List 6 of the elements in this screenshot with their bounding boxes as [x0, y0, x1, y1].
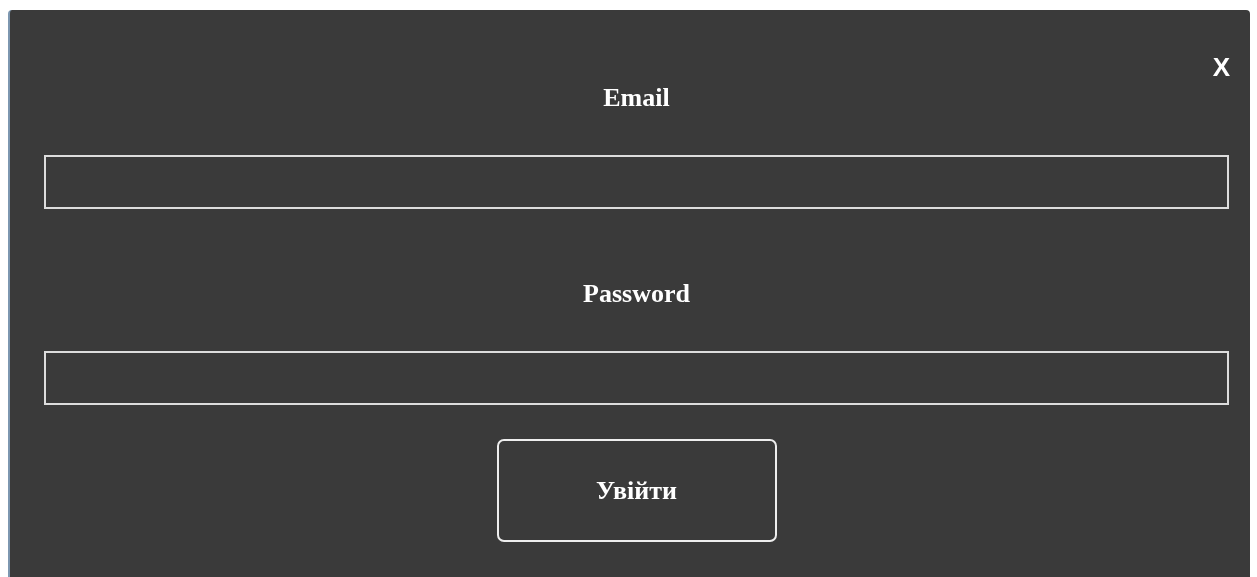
- input-field[interactable]: [44, 351, 1229, 405]
- field-label: Email: [603, 83, 670, 113]
- field-label: Password: [583, 279, 690, 309]
- close-button[interactable]: X: [1212, 52, 1230, 83]
- input-field[interactable]: [44, 155, 1229, 209]
- login-button[interactable]: Увійти: [496, 439, 777, 542]
